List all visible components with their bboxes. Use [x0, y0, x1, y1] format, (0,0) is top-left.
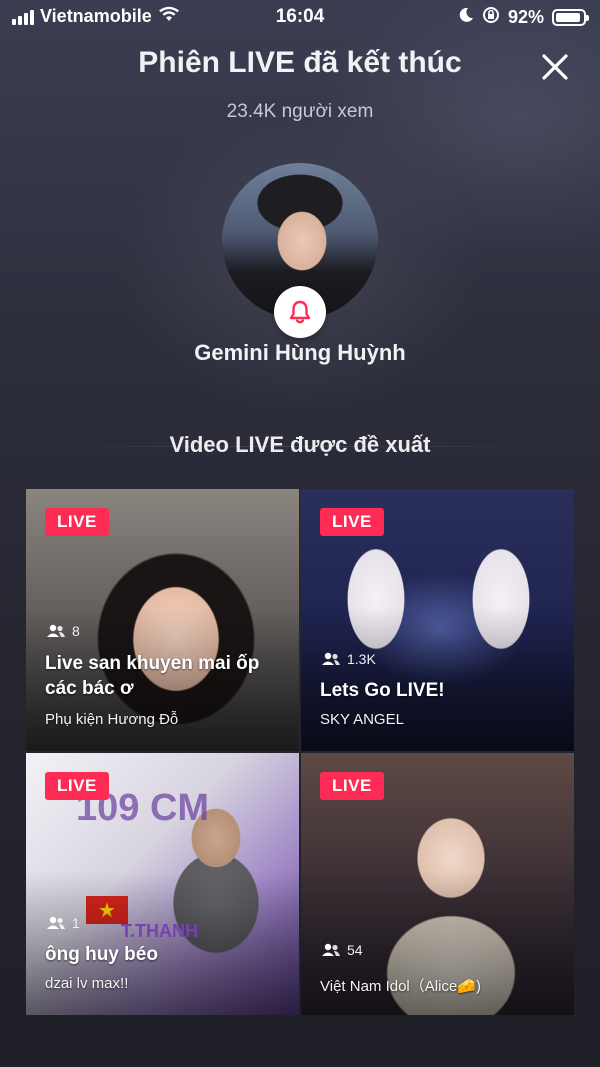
- orientation-lock-icon: [482, 6, 500, 29]
- status-right: 92%: [458, 6, 589, 29]
- overlay-name: T.THANH: [121, 921, 198, 941]
- card-subtitle: Việt Nam Idol（Alice🧀): [320, 978, 481, 995]
- battery-icon: [552, 9, 589, 26]
- card-viewer-row: 1.3K: [321, 651, 376, 667]
- card-viewer-count: 1: [72, 915, 80, 931]
- live-card[interactable]: LIVE 1.3K Lets Go LIVE! SKY ANGEL: [301, 489, 574, 751]
- card-title: Live san khuyen mai ốp các bác ơ: [45, 653, 260, 699]
- live-badge: LIVE: [45, 772, 109, 800]
- live-badge: LIVE: [45, 508, 109, 536]
- live-badge: LIVE: [320, 508, 384, 536]
- host-name[interactable]: Gemini Hùng Huỳnh: [0, 340, 600, 366]
- section-title: Video LIVE được đề xuất: [169, 432, 431, 457]
- people-icon: [47, 624, 65, 637]
- card-viewer-row: 1: [46, 915, 80, 931]
- people-icon: [322, 652, 340, 665]
- page-title: Phiên LIVE đã kết thúc: [138, 46, 462, 79]
- card-viewer-count: 8: [72, 623, 80, 639]
- card-viewer-count: 54: [347, 942, 363, 958]
- live-card[interactable]: 109 CM ★ LIVE 1 T.THANH ông huy béo dzai…: [26, 753, 299, 1015]
- card-viewer-row: 54: [321, 942, 363, 958]
- close-icon: [542, 54, 568, 80]
- live-card[interactable]: LIVE 54 Việt Nam Idol（Alice🧀): [301, 753, 574, 1015]
- people-icon: [322, 943, 340, 956]
- live-card[interactable]: LIVE 8 Live san khuyen mai ốp các bác ơ …: [26, 489, 299, 751]
- people-icon: [47, 916, 65, 929]
- live-badge: LIVE: [320, 772, 384, 800]
- battery-percent: 92%: [507, 7, 544, 27]
- card-title: Lets Go LIVE!: [320, 680, 445, 701]
- notify-button[interactable]: [274, 286, 326, 338]
- card-viewer-row: 8: [46, 623, 80, 639]
- status-bar: Vietnamobile 16:04 92%: [0, 0, 600, 34]
- moon-icon: [458, 7, 474, 28]
- close-button[interactable]: [538, 50, 572, 84]
- card-viewer-count: 1.3K: [347, 651, 376, 667]
- card-title: ông huy béo: [45, 944, 158, 965]
- viewer-count: 23.4K người xem: [226, 101, 374, 122]
- card-subtitle: dzai lv max!!: [45, 975, 129, 992]
- card-subtitle: SKY ANGEL: [320, 711, 404, 728]
- card-subtitle: Phụ kiện Hương Đỗ: [45, 711, 179, 728]
- bell-icon: [289, 300, 311, 324]
